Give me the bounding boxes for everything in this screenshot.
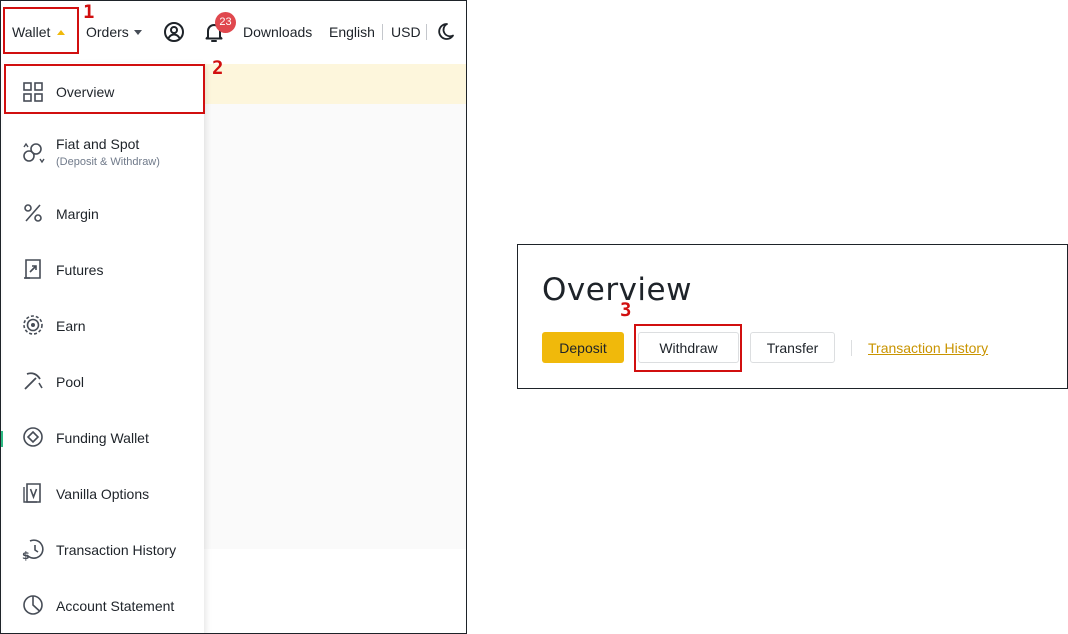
caret-down-icon [133, 29, 142, 35]
notice-banner [204, 64, 466, 104]
divider [426, 24, 427, 40]
menu-item-fiat-and-spot[interactable]: Fiat and Spot (Deposit & Withdraw) [3, 126, 204, 182]
wallet-dropdown-menu: Overview Fiat and Spot (Deposit & Withdr… [3, 63, 204, 633]
menu-item-funding-wallet[interactable]: Funding Wallet [3, 409, 204, 465]
menu-item-label: Account Statement [56, 598, 175, 614]
menu-item-label: Earn [56, 318, 86, 334]
currency-selector[interactable]: USD [391, 20, 421, 44]
futures-chart-icon [24, 259, 41, 279]
step-3-highlight [634, 324, 742, 372]
svg-text:$: $ [22, 549, 30, 561]
overview-actions-screenshot: Overview Deposit Withdraw Transfer Trans… [517, 244, 1068, 389]
menu-item-label: Vanilla Options [56, 486, 150, 502]
language-selector[interactable]: English [329, 20, 375, 44]
percent-icon [24, 204, 42, 222]
pickaxe-icon [24, 372, 43, 390]
divider [382, 24, 383, 40]
step-2-number: 2 [212, 57, 224, 79]
step-1-highlight [3, 7, 79, 54]
vanilla-options-icon [23, 483, 41, 503]
funding-coin-icon [23, 427, 43, 447]
dollar-history-icon: $ [22, 539, 44, 561]
user-profile-icon[interactable] [162, 20, 186, 44]
wallet-dropdown-screenshot: Wallet Orders 23 Downloads English USD O… [0, 0, 467, 634]
menu-item-transaction-history[interactable]: $ Transaction History [3, 521, 204, 577]
orders-menu-trigger[interactable]: Orders [86, 20, 142, 44]
menu-item-label: Funding Wallet [56, 430, 149, 446]
menu-item-label: Futures [56, 262, 104, 278]
notification-count-badge: 23 [215, 12, 236, 33]
orders-label: Orders [86, 24, 129, 40]
target-icon [23, 315, 43, 335]
transaction-history-link[interactable]: Transaction History [868, 340, 988, 356]
menu-item-label: Fiat and Spot [56, 136, 140, 152]
menu-item-futures[interactable]: Futures [3, 241, 204, 297]
coins-exchange-icon [23, 142, 45, 164]
page-content-background [204, 104, 466, 549]
step-2-highlight [4, 64, 205, 114]
menu-item-label: Pool [56, 374, 85, 390]
step-1-number: 1 [83, 1, 95, 23]
menu-item-pool[interactable]: Pool [3, 353, 204, 409]
menu-item-sublabel: (Deposit & Withdraw) [56, 156, 160, 168]
divider [851, 340, 852, 356]
menu-item-label: Margin [56, 206, 99, 222]
downloads-link[interactable]: Downloads [243, 20, 312, 44]
menu-item-margin[interactable]: Margin [3, 185, 204, 241]
transfer-button[interactable]: Transfer [750, 332, 835, 363]
menu-item-earn[interactable]: Earn [3, 297, 204, 353]
page-title: Overview [542, 272, 692, 308]
step-3-number: 3 [620, 299, 632, 321]
deposit-button[interactable]: Deposit [542, 332, 624, 363]
moon-icon[interactable] [433, 20, 457, 44]
pie-chart-icon [23, 595, 43, 615]
menu-item-label: Transaction History [56, 542, 177, 558]
menu-item-account-statement[interactable]: Account Statement [3, 577, 204, 633]
menu-item-vanilla-options[interactable]: Vanilla Options [3, 465, 204, 521]
